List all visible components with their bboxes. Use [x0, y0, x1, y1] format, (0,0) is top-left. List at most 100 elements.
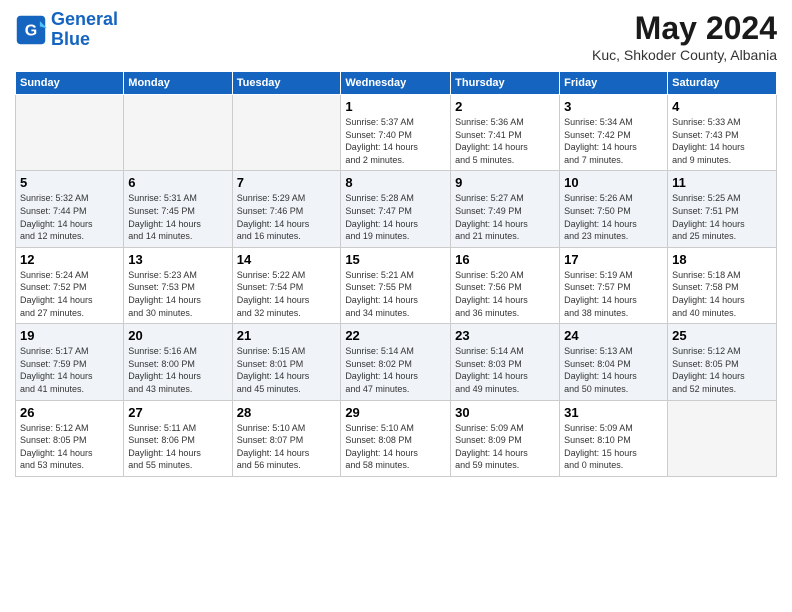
week-row-3: 12 Sunrise: 5:24 AM Sunset: 7:52 PM Dayli…: [16, 247, 777, 323]
day-number: 13: [128, 252, 227, 267]
week-row-1: 1 Sunrise: 5:37 AM Sunset: 7:40 PM Daylig…: [16, 95, 777, 171]
logo: G General Blue: [15, 10, 118, 50]
day-number: 3: [564, 99, 663, 114]
day-info: Sunrise: 5:36 AM Sunset: 7:41 PM Dayligh…: [455, 116, 555, 166]
calendar-cell: 13 Sunrise: 5:23 AM Sunset: 7:53 PM Dayli…: [124, 247, 232, 323]
calendar-cell: 5 Sunrise: 5:32 AM Sunset: 7:44 PM Daylig…: [16, 171, 124, 247]
day-number: 1: [345, 99, 446, 114]
day-info: Sunrise: 5:25 AM Sunset: 7:51 PM Dayligh…: [672, 192, 772, 242]
day-number: 24: [564, 328, 663, 343]
day-info: Sunrise: 5:11 AM Sunset: 8:06 PM Dayligh…: [128, 422, 227, 472]
day-info: Sunrise: 5:19 AM Sunset: 7:57 PM Dayligh…: [564, 269, 663, 319]
week-row-2: 5 Sunrise: 5:32 AM Sunset: 7:44 PM Daylig…: [16, 171, 777, 247]
day-info: Sunrise: 5:09 AM Sunset: 8:10 PM Dayligh…: [564, 422, 663, 472]
page-header: G General Blue May 2024 Kuc, Shkoder Cou…: [15, 10, 777, 63]
day-number: 26: [20, 405, 119, 420]
calendar-cell: 25Sunrise: 5:12 AM Sunset: 8:05 PM Dayli…: [668, 324, 777, 400]
day-number: 11: [672, 175, 772, 190]
day-info: Sunrise: 5:27 AM Sunset: 7:49 PM Dayligh…: [455, 192, 555, 242]
day-info: Sunrise: 5:29 AM Sunset: 7:46 PM Dayligh…: [237, 192, 337, 242]
day-number: 17: [564, 252, 663, 267]
day-info: Sunrise: 5:15 AM Sunset: 8:01 PM Dayligh…: [237, 345, 337, 395]
header-row: Sunday Monday Tuesday Wednesday Thursday…: [16, 72, 777, 95]
day-info: Sunrise: 5:23 AM Sunset: 7:53 PM Dayligh…: [128, 269, 227, 319]
day-info: Sunrise: 5:16 AM Sunset: 8:00 PM Dayligh…: [128, 345, 227, 395]
location-title: Kuc, Shkoder County, Albania: [592, 47, 777, 63]
col-friday: Friday: [560, 72, 668, 95]
calendar-cell: 9 Sunrise: 5:27 AM Sunset: 7:49 PM Daylig…: [451, 171, 560, 247]
day-number: 6: [128, 175, 227, 190]
calendar-cell: 3 Sunrise: 5:34 AM Sunset: 7:42 PM Daylig…: [560, 95, 668, 171]
calendar-cell: 31Sunrise: 5:09 AM Sunset: 8:10 PM Dayli…: [560, 400, 668, 476]
col-monday: Monday: [124, 72, 232, 95]
day-number: 22: [345, 328, 446, 343]
day-info: Sunrise: 5:13 AM Sunset: 8:04 PM Dayligh…: [564, 345, 663, 395]
day-number: 7: [237, 175, 337, 190]
svg-text:G: G: [25, 22, 37, 39]
calendar-cell: 1 Sunrise: 5:37 AM Sunset: 7:40 PM Daylig…: [341, 95, 451, 171]
day-info: Sunrise: 5:34 AM Sunset: 7:42 PM Dayligh…: [564, 116, 663, 166]
col-sunday: Sunday: [16, 72, 124, 95]
day-number: 19: [20, 328, 119, 343]
day-info: Sunrise: 5:33 AM Sunset: 7:43 PM Dayligh…: [672, 116, 772, 166]
calendar-cell: [124, 95, 232, 171]
calendar-cell: 4 Sunrise: 5:33 AM Sunset: 7:43 PM Daylig…: [668, 95, 777, 171]
day-info: Sunrise: 5:22 AM Sunset: 7:54 PM Dayligh…: [237, 269, 337, 319]
logo-line1: General: [51, 9, 118, 29]
calendar-cell: 10Sunrise: 5:26 AM Sunset: 7:50 PM Dayli…: [560, 171, 668, 247]
day-info: Sunrise: 5:14 AM Sunset: 8:03 PM Dayligh…: [455, 345, 555, 395]
day-number: 2: [455, 99, 555, 114]
day-number: 14: [237, 252, 337, 267]
day-info: Sunrise: 5:26 AM Sunset: 7:50 PM Dayligh…: [564, 192, 663, 242]
day-info: Sunrise: 5:37 AM Sunset: 7:40 PM Dayligh…: [345, 116, 446, 166]
calendar-cell: 24 Sunrise: 5:13 AM Sunset: 8:04 PM Dayli…: [560, 324, 668, 400]
day-number: 12: [20, 252, 119, 267]
day-info: Sunrise: 5:09 AM Sunset: 8:09 PM Dayligh…: [455, 422, 555, 472]
week-row-4: 19Sunrise: 5:17 AM Sunset: 7:59 PM Dayli…: [16, 324, 777, 400]
day-number: 4: [672, 99, 772, 114]
calendar-cell: 12 Sunrise: 5:24 AM Sunset: 7:52 PM Dayli…: [16, 247, 124, 323]
day-number: 9: [455, 175, 555, 190]
day-number: 27: [128, 405, 227, 420]
day-info: Sunrise: 5:14 AM Sunset: 8:02 PM Dayligh…: [345, 345, 446, 395]
calendar-cell: 28Sunrise: 5:10 AM Sunset: 8:07 PM Dayli…: [232, 400, 341, 476]
calendar-cell: 8Sunrise: 5:28 AM Sunset: 7:47 PM Daylig…: [341, 171, 451, 247]
day-number: 8: [345, 175, 446, 190]
calendar-cell: 6Sunrise: 5:31 AM Sunset: 7:45 PM Daylig…: [124, 171, 232, 247]
day-number: 25: [672, 328, 772, 343]
month-title: May 2024: [592, 10, 777, 47]
col-wednesday: Wednesday: [341, 72, 451, 95]
calendar-cell: 26 Sunrise: 5:12 AM Sunset: 8:05 PM Dayli…: [16, 400, 124, 476]
day-number: 23: [455, 328, 555, 343]
calendar-cell: [668, 400, 777, 476]
calendar-body: 1 Sunrise: 5:37 AM Sunset: 7:40 PM Daylig…: [16, 95, 777, 477]
calendar-cell: 21Sunrise: 5:15 AM Sunset: 8:01 PM Dayli…: [232, 324, 341, 400]
col-tuesday: Tuesday: [232, 72, 341, 95]
calendar-cell: 19Sunrise: 5:17 AM Sunset: 7:59 PM Dayli…: [16, 324, 124, 400]
calendar-cell: 17 Sunrise: 5:19 AM Sunset: 7:57 PM Dayli…: [560, 247, 668, 323]
calendar-cell: 15 Sunrise: 5:21 AM Sunset: 7:55 PM Dayli…: [341, 247, 451, 323]
logo-line2: Blue: [51, 29, 90, 49]
day-info: Sunrise: 5:20 AM Sunset: 7:56 PM Dayligh…: [455, 269, 555, 319]
calendar-cell: 11 Sunrise: 5:25 AM Sunset: 7:51 PM Dayli…: [668, 171, 777, 247]
day-info: Sunrise: 5:32 AM Sunset: 7:44 PM Dayligh…: [20, 192, 119, 242]
calendar-cell: 20 Sunrise: 5:16 AM Sunset: 8:00 PM Dayli…: [124, 324, 232, 400]
calendar-cell: 7 Sunrise: 5:29 AM Sunset: 7:46 PM Daylig…: [232, 171, 341, 247]
calendar-table: Sunday Monday Tuesday Wednesday Thursday…: [15, 71, 777, 477]
calendar-cell: 2 Sunrise: 5:36 AM Sunset: 7:41 PM Daylig…: [451, 95, 560, 171]
calendar-cell: 18Sunrise: 5:18 AM Sunset: 7:58 PM Dayli…: [668, 247, 777, 323]
day-number: 5: [20, 175, 119, 190]
day-info: Sunrise: 5:21 AM Sunset: 7:55 PM Dayligh…: [345, 269, 446, 319]
calendar-cell: 14 Sunrise: 5:22 AM Sunset: 7:54 PM Dayli…: [232, 247, 341, 323]
day-info: Sunrise: 5:24 AM Sunset: 7:52 PM Dayligh…: [20, 269, 119, 319]
week-row-5: 26 Sunrise: 5:12 AM Sunset: 8:05 PM Dayli…: [16, 400, 777, 476]
day-info: Sunrise: 5:18 AM Sunset: 7:58 PM Dayligh…: [672, 269, 772, 319]
day-number: 20: [128, 328, 227, 343]
calendar-cell: 30Sunrise: 5:09 AM Sunset: 8:09 PM Dayli…: [451, 400, 560, 476]
calendar-header: Sunday Monday Tuesday Wednesday Thursday…: [16, 72, 777, 95]
calendar-cell: 27 Sunrise: 5:11 AM Sunset: 8:06 PM Dayli…: [124, 400, 232, 476]
day-number: 15: [345, 252, 446, 267]
day-info: Sunrise: 5:12 AM Sunset: 8:05 PM Dayligh…: [20, 422, 119, 472]
calendar-cell: [16, 95, 124, 171]
col-saturday: Saturday: [668, 72, 777, 95]
